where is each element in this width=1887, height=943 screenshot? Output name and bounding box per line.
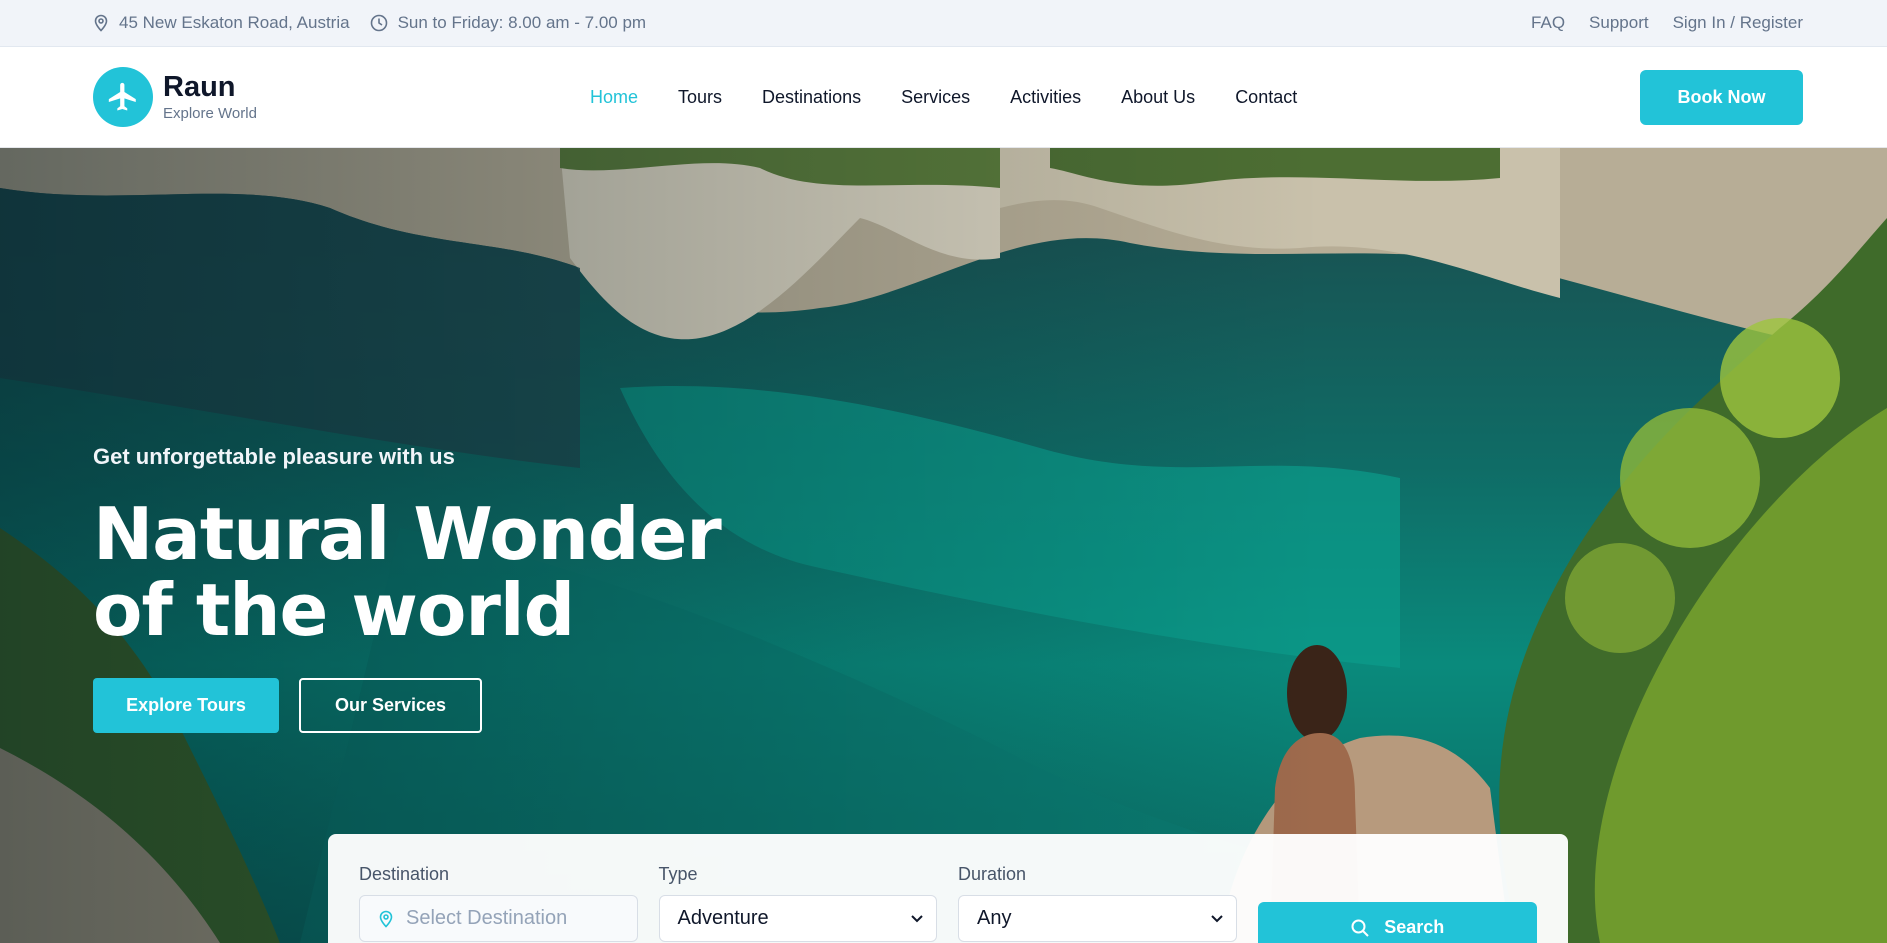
hours-info: Sun to Friday: 8.00 am - 7.00 pm	[370, 13, 647, 33]
clock-icon	[370, 14, 387, 32]
type-select[interactable]: Adventure	[658, 895, 937, 942]
hero-subtitle: Get unforgettable pleasure with us	[93, 444, 455, 469]
destination-input[interactable]: Select Destination	[359, 895, 638, 942]
tour-search-panel: Destination Select Destination Type Adve…	[328, 834, 1568, 943]
duration-field: Duration Any	[958, 864, 1237, 943]
type-field: Type Adventure	[658, 864, 937, 943]
hero-headline: Natural Wonder of the world	[93, 496, 722, 648]
hero-section: Get unforgettable pleasure with us Natur…	[0, 148, 1887, 943]
search-button-label: Search	[1384, 917, 1445, 937]
hero-headline-line-1: Natural Wonder	[93, 492, 722, 576]
our-services-button[interactable]: Our Services	[299, 678, 482, 733]
hero-content: Get unforgettable pleasure with us Natur…	[93, 444, 722, 733]
search-icon	[1351, 919, 1369, 937]
airplane-icon	[108, 82, 136, 111]
map-pin-icon	[379, 910, 393, 928]
top-bar: 45 New Eskaton Road, Austria Sun to Frid…	[0, 0, 1887, 47]
sign-in-register-link[interactable]: Sign In / Register	[1673, 13, 1803, 33]
top-bar-info: 45 New Eskaton Road, Austria Sun to Frid…	[93, 13, 666, 33]
nav-item-about-us[interactable]: About Us	[1121, 87, 1195, 108]
nav-item-home[interactable]: Home	[590, 87, 638, 108]
brand-text: Raun Explore World	[163, 71, 257, 122]
duration-label: Duration	[958, 864, 1027, 884]
destination-label: Destination	[359, 864, 450, 884]
brand-name: Raun	[163, 71, 236, 104]
explore-tours-button[interactable]: Explore Tours	[93, 678, 279, 733]
nav-item-activities[interactable]: Activities	[1010, 87, 1081, 108]
navbar: Raun Explore World Home Tours Destinatio…	[0, 47, 1887, 148]
nav-item-services[interactable]: Services	[901, 87, 970, 108]
address-text: 45 New Eskaton Road, Austria	[119, 13, 350, 32]
hero-buttons: Explore Tours Our Services	[93, 678, 721, 733]
map-pin-icon	[94, 14, 108, 32]
destination-field: Destination Select Destination	[359, 864, 638, 943]
search-button[interactable]: Search	[1257, 902, 1537, 943]
brand-tagline: Explore World	[163, 104, 257, 122]
duration-selected-value: Any	[977, 907, 1012, 929]
destination-placeholder: Select Destination	[406, 907, 568, 929]
type-selected-value: Adventure	[677, 907, 769, 929]
hero-headline-line-2: of the world	[93, 568, 575, 652]
duration-select[interactable]: Any	[958, 895, 1237, 942]
book-now-button[interactable]: Book Now	[1640, 69, 1803, 125]
top-bar-links: FAQ Support Sign In / Register	[1507, 13, 1803, 33]
chevron-down-icon	[1210, 914, 1223, 922]
brand[interactable]: Raun Explore World	[93, 67, 513, 127]
hours-text: Sun to Friday: 8.00 am - 7.00 pm	[397, 13, 647, 32]
address-info: 45 New Eskaton Road, Austria	[93, 13, 350, 33]
nav-item-contact[interactable]: Contact	[1235, 87, 1297, 108]
faq-link[interactable]: FAQ	[1531, 13, 1565, 33]
nav-item-tours[interactable]: Tours	[678, 87, 722, 108]
support-link[interactable]: Support	[1589, 13, 1649, 33]
logo	[93, 67, 153, 127]
type-label: Type	[658, 864, 698, 884]
main-nav: Home Tours Destinations Services Activit…	[590, 87, 1640, 108]
nav-item-destinations[interactable]: Destinations	[762, 87, 861, 108]
chevron-down-icon	[911, 914, 923, 922]
